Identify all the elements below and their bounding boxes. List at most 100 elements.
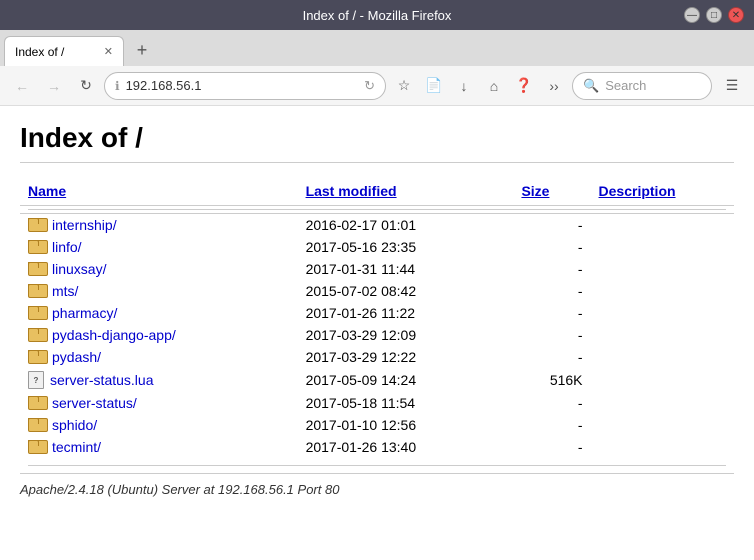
table-row: pydash-django-app/2017-03-29 12:09-: [20, 324, 734, 346]
file-link[interactable]: linfo/: [52, 239, 82, 255]
back-button[interactable]: ←: [8, 72, 36, 100]
table-row: pydash/2017-03-29 12:22-: [20, 346, 734, 368]
pocket-button[interactable]: ❓: [510, 72, 538, 100]
table-row: ? server-status.lua 2017-05-09 14:24516K: [20, 368, 734, 392]
file-size: -: [513, 214, 590, 237]
tab-label: Index of /: [15, 45, 64, 59]
folder-icon: [28, 262, 46, 276]
info-icon: ℹ: [115, 79, 120, 93]
maximize-button[interactable]: □: [706, 7, 722, 23]
file-link[interactable]: server-status/: [52, 395, 137, 411]
file-modified: 2017-01-31 11:44: [298, 258, 514, 280]
minimize-button[interactable]: —: [684, 7, 700, 23]
navbar: ← → ↻ ℹ 192.168.56.1 ↻ ☆ 📄 ↓ ⌂ ❓ ›› 🔍 Se…: [0, 66, 754, 106]
content-area: Index of / Name Last modified Size Descr…: [0, 106, 754, 560]
folder-icon: [28, 240, 46, 254]
file-link[interactable]: mts/: [52, 283, 78, 299]
table-row: tecmint/2017-01-26 13:40-: [20, 436, 734, 458]
toolbar-icons: ☆ 📄 ↓ ⌂ ❓ ››: [390, 72, 568, 100]
file-description: [591, 368, 734, 392]
file-link[interactable]: sphido/: [52, 417, 97, 433]
file-link[interactable]: pydash/: [52, 349, 101, 365]
file-size: -: [513, 236, 590, 258]
file-description: [591, 346, 734, 368]
file-size: -: [513, 346, 590, 368]
file-modified: 2016-02-17 01:01: [298, 214, 514, 237]
active-tab[interactable]: Index of / ✕: [4, 36, 124, 66]
file-size: -: [513, 302, 590, 324]
home-button[interactable]: ⌂: [480, 72, 508, 100]
folder-icon: [28, 306, 46, 320]
file-description: [591, 436, 734, 458]
window-controls[interactable]: — □ ✕: [684, 7, 744, 23]
table-row: pharmacy/2017-01-26 11:22-: [20, 302, 734, 324]
file-size: -: [513, 258, 590, 280]
file-size: -: [513, 392, 590, 414]
reload-icon: ↻: [364, 78, 375, 94]
file-size: -: [513, 280, 590, 302]
file-modified: 2017-01-26 11:22: [298, 302, 514, 324]
file-link[interactable]: internship/: [52, 217, 117, 233]
col-header-name[interactable]: Name: [28, 183, 66, 199]
address-text: 192.168.56.1: [126, 78, 359, 93]
unknown-file-icon: ?: [28, 371, 44, 389]
file-link[interactable]: tecmint/: [52, 439, 101, 455]
file-size: 516K: [513, 368, 590, 392]
tab-close-button[interactable]: ✕: [104, 45, 113, 58]
search-icon: 🔍: [583, 78, 599, 94]
file-modified: 2015-07-02 08:42: [298, 280, 514, 302]
download-button[interactable]: ↓: [450, 72, 478, 100]
file-size: -: [513, 436, 590, 458]
file-modified: 2017-01-10 12:56: [298, 414, 514, 436]
file-size: -: [513, 414, 590, 436]
file-description: [591, 392, 734, 414]
file-size: -: [513, 324, 590, 346]
file-description: [591, 302, 734, 324]
forward-button[interactable]: →: [40, 72, 68, 100]
file-description: [591, 236, 734, 258]
folder-icon: [28, 284, 46, 298]
table-row: mts/2015-07-02 08:42-: [20, 280, 734, 302]
file-description: [591, 214, 734, 237]
file-link[interactable]: linuxsay/: [52, 261, 106, 277]
reload-button[interactable]: ↻: [72, 72, 100, 100]
bookmark-star-button[interactable]: ☆: [390, 72, 418, 100]
new-tab-button[interactable]: +: [128, 36, 156, 64]
file-description: [591, 324, 734, 346]
folder-icon: [28, 218, 46, 232]
window-title: Index of / - Mozilla Firefox: [303, 8, 452, 23]
tabbar: Index of / ✕ +: [0, 30, 754, 66]
footer-text: Apache/2.4.18 (Ubuntu) Server at 192.168…: [20, 482, 339, 497]
search-bar[interactable]: 🔍 Search: [572, 72, 712, 100]
close-button[interactable]: ✕: [728, 7, 744, 23]
table-row: linfo/2017-05-16 23:35-: [20, 236, 734, 258]
table-row: sphido/2017-01-10 12:56-: [20, 414, 734, 436]
titlebar: Index of / - Mozilla Firefox — □ ✕: [0, 0, 754, 30]
file-link[interactable]: pydash-django-app/: [52, 327, 176, 343]
menu-button[interactable]: ☰: [718, 72, 746, 100]
folder-icon: [28, 350, 46, 364]
folder-icon: [28, 396, 46, 410]
folder-icon: [28, 328, 46, 342]
file-modified: 2017-05-16 23:35: [298, 236, 514, 258]
file-modified: 2017-05-09 14:24: [298, 368, 514, 392]
col-header-modified[interactable]: Last modified: [306, 183, 397, 199]
more-tools-button[interactable]: ››: [540, 72, 568, 100]
file-modified: 2017-03-29 12:22: [298, 346, 514, 368]
file-modified: 2017-01-26 13:40: [298, 436, 514, 458]
table-row: server-status/2017-05-18 11:54-: [20, 392, 734, 414]
folder-icon: [28, 440, 46, 454]
file-link[interactable]: pharmacy/: [52, 305, 117, 321]
table-row: linuxsay/2017-01-31 11:44-: [20, 258, 734, 280]
address-bar[interactable]: ℹ 192.168.56.1 ↻: [104, 72, 386, 100]
search-placeholder: Search: [605, 78, 646, 93]
file-description: [591, 258, 734, 280]
file-modified: 2017-03-29 12:09: [298, 324, 514, 346]
col-header-description[interactable]: Description: [599, 183, 676, 199]
file-description: [591, 280, 734, 302]
folder-icon: [28, 418, 46, 432]
reader-view-button[interactable]: 📄: [420, 72, 448, 100]
col-header-size[interactable]: Size: [521, 183, 549, 199]
page-title: Index of /: [20, 122, 734, 163]
file-link[interactable]: server-status.lua: [50, 372, 153, 388]
